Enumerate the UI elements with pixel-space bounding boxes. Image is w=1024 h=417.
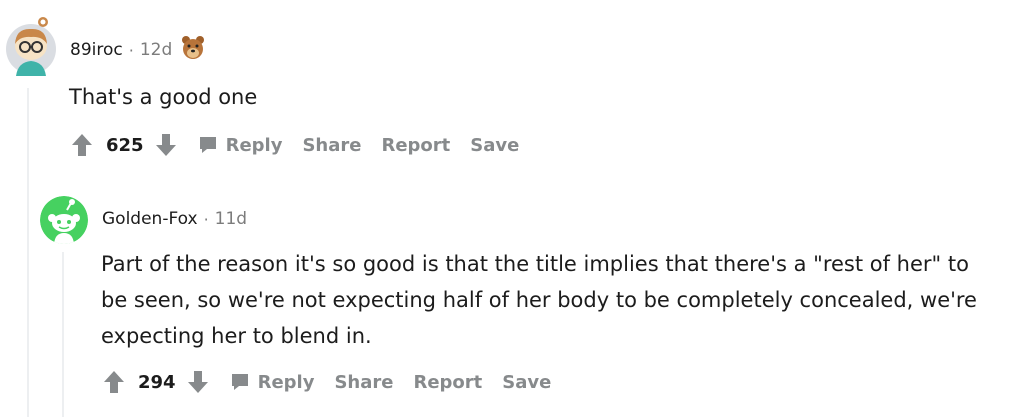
snoo-avatar-icon [6, 17, 56, 76]
thread-line-2[interactable] [62, 252, 64, 417]
username[interactable]: Golden-Fox [102, 209, 198, 229]
comment-body-line: be seen, so we're not expecting half of … [101, 288, 977, 312]
comment-body-line: expecting her to blend in. [101, 324, 372, 348]
comment-actions: 294 Reply Share Report Save [102, 369, 571, 395]
comment-bubble-icon [231, 374, 248, 390]
vote-score: 294 [138, 371, 176, 393]
timestamp[interactable]: 11d [215, 209, 247, 229]
comment-actions: 625 Reply Share Report Save [70, 132, 539, 158]
meta-separator: · [128, 40, 134, 60]
report-button[interactable]: Report [381, 135, 450, 156]
vote-score: 625 [106, 134, 144, 156]
upvote-icon[interactable] [102, 369, 126, 395]
share-button[interactable]: Share [334, 372, 393, 393]
save-button[interactable]: Save [502, 372, 551, 393]
downvote-icon[interactable] [186, 369, 210, 395]
avatar[interactable] [6, 14, 56, 76]
avatar[interactable] [40, 196, 88, 244]
username[interactable]: 89iroc [70, 40, 123, 60]
report-button[interactable]: Report [413, 372, 482, 393]
reply-button[interactable]: Reply [198, 134, 283, 156]
comment-bubble-icon [199, 137, 216, 153]
reply-label: Reply [225, 134, 283, 156]
share-button[interactable]: Share [302, 135, 361, 156]
meta-separator: · [203, 209, 209, 229]
timestamp[interactable]: 12d [140, 40, 172, 60]
downvote-icon[interactable] [154, 132, 178, 158]
bear-award-icon[interactable] [180, 35, 206, 65]
reply-label: Reply [257, 371, 315, 393]
comment-meta: Golden-Fox · 11d [102, 207, 247, 231]
comment-body-line: Part of the reason it's so good is that … [101, 252, 969, 276]
upvote-icon[interactable] [70, 132, 94, 158]
thread-line-1[interactable] [27, 88, 29, 417]
comment-body: That's a good one [69, 85, 258, 109]
save-button[interactable]: Save [470, 135, 519, 156]
snoo-avatar-icon [40, 196, 88, 244]
comment-meta: 89iroc · 12d [70, 35, 206, 65]
comment-body: Part of the reason it's so good is that … [101, 246, 1011, 354]
reply-button[interactable]: Reply [230, 371, 315, 393]
